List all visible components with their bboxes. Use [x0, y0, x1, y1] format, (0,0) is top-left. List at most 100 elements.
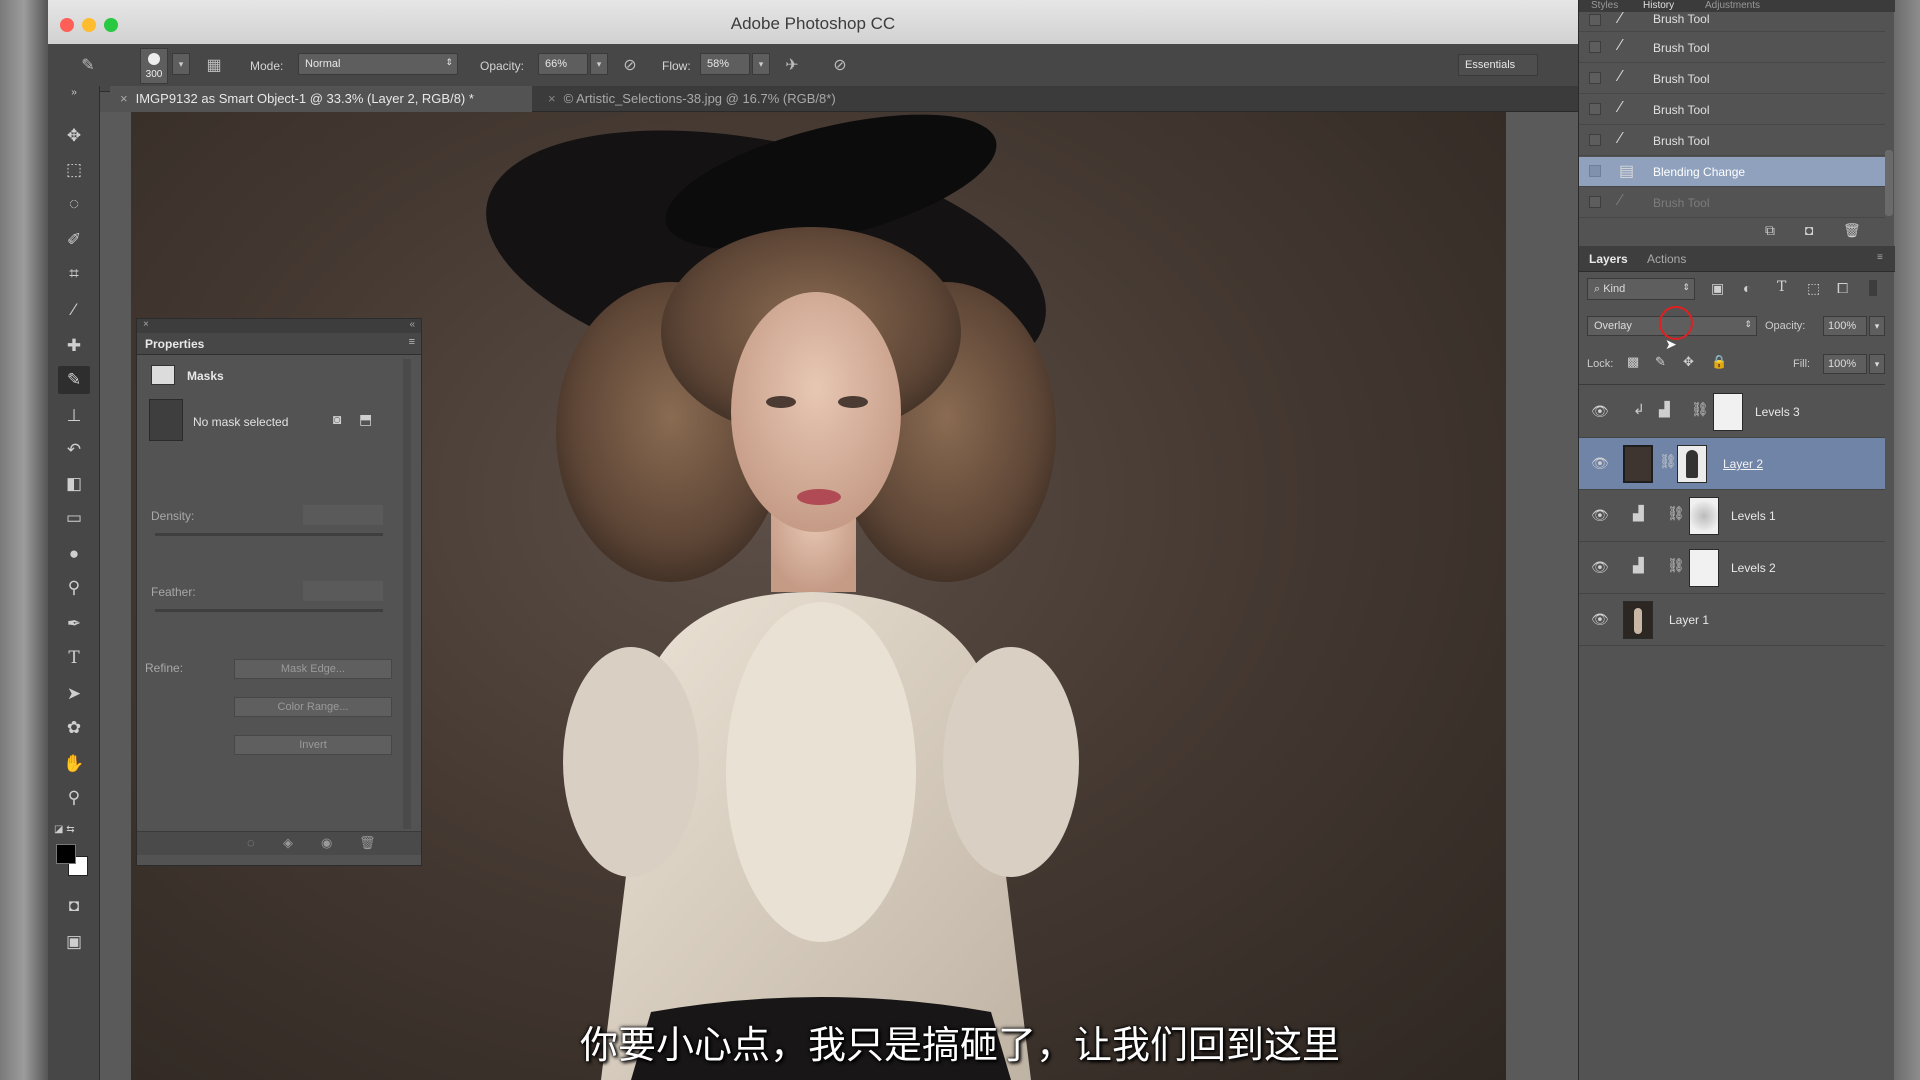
eyedropper-icon[interactable]: ⁄: [58, 296, 90, 324]
brush-panel-toggle-icon[interactable]: ▦: [202, 54, 226, 78]
document-tab-inactive[interactable]: × © Artistic_Selections-38.jpg @ 16.7% (R…: [538, 86, 898, 112]
history-item-undone[interactable]: ⁄ Brush Tool: [1579, 188, 1885, 218]
layer-name[interactable]: Levels 2: [1731, 561, 1776, 575]
layer-mask-thumbnail[interactable]: [1677, 445, 1707, 483]
tab-layers[interactable]: Layers: [1589, 252, 1628, 266]
add-pixel-mask-icon[interactable]: ◙: [333, 411, 341, 427]
healing-icon[interactable]: ✚: [58, 332, 90, 360]
quick-mask-icon[interactable]: ◘: [58, 892, 90, 920]
airbrush-icon[interactable]: ✈: [780, 54, 804, 78]
visibility-eye-icon[interactable]: 👁: [1591, 559, 1609, 576]
history-item[interactable]: ⁄ Brush Tool: [1579, 10, 1885, 32]
layer-row-selected[interactable]: 👁 ⛓ Layer 2: [1579, 438, 1885, 490]
lock-all-icon[interactable]: 🔒: [1711, 354, 1727, 370]
filter-type-icon[interactable]: T: [1777, 279, 1786, 295]
trash-icon[interactable]: 🗑: [1843, 222, 1861, 239]
feather-input[interactable]: [303, 581, 383, 601]
filter-pixel-icon[interactable]: ▣: [1711, 280, 1724, 297]
brush-size-dropdown[interactable]: ▾: [172, 53, 190, 75]
apply-mask-icon[interactable]: ◈: [283, 835, 293, 851]
flow-input[interactable]: 58%: [700, 53, 750, 75]
disable-mask-icon[interactable]: ◉: [321, 835, 332, 851]
density-slider[interactable]: [155, 533, 383, 536]
layer-name[interactable]: Levels 3: [1755, 405, 1800, 419]
lock-position-icon[interactable]: ✥: [1683, 354, 1694, 370]
history-snapshot-checkbox[interactable]: [1589, 41, 1601, 53]
hand-icon[interactable]: ✋: [58, 750, 90, 778]
delete-mask-icon[interactable]: 🗑: [359, 835, 376, 851]
layer-mask-thumbnail[interactable]: [1689, 549, 1719, 587]
history-snapshot-checkbox[interactable]: [1589, 14, 1601, 26]
layer-opacity-input[interactable]: 100%: [1823, 316, 1867, 336]
history-item[interactable]: ⁄ Brush Tool: [1579, 33, 1885, 63]
filter-adjustment-icon[interactable]: ◐: [1743, 280, 1751, 296]
layer-row[interactable]: 👁 ▟ ⛓ Levels 1: [1579, 490, 1885, 542]
lock-pixels-icon[interactable]: ✎: [1655, 354, 1666, 370]
camera-icon[interactable]: ◘: [1805, 222, 1813, 238]
document-tab-active[interactable]: × IMGP9132 as Smart Object-1 @ 33.3% (Lay…: [110, 86, 532, 112]
pen-icon[interactable]: ✒: [58, 610, 90, 638]
opacity-input[interactable]: 66%: [538, 53, 588, 75]
load-selection-icon[interactable]: ◌: [247, 835, 255, 850]
type-icon[interactable]: T: [58, 644, 90, 672]
marquee-icon[interactable]: ⬚: [58, 156, 90, 184]
history-snapshot-checkbox[interactable]: [1589, 103, 1601, 115]
eraser-icon[interactable]: ◧: [58, 470, 90, 498]
pressure-opacity-icon[interactable]: ⊘: [618, 54, 642, 78]
layer-name[interactable]: Levels 1: [1731, 509, 1776, 523]
tab-actions[interactable]: Actions: [1647, 252, 1686, 266]
close-tab-icon[interactable]: ×: [120, 91, 128, 106]
brush-icon[interactable]: ✎: [58, 366, 90, 394]
visibility-eye-icon[interactable]: 👁: [1591, 403, 1609, 420]
path-select-icon[interactable]: ➤: [58, 680, 90, 708]
brush-size-picker[interactable]: 300: [140, 48, 168, 84]
history-item-selected[interactable]: ▤ Blending Change: [1579, 157, 1885, 187]
layer-filter-select[interactable]: ⌕ Kind ⇕: [1587, 278, 1695, 300]
feather-slider[interactable]: [155, 609, 383, 612]
opacity-dropdown[interactable]: ▾: [590, 53, 608, 75]
collapse-panel-icon[interactable]: «: [409, 319, 415, 330]
layer-row[interactable]: 👁 ↲ ▟ ⛓ Levels 3: [1579, 386, 1885, 438]
layer-mask-thumbnail[interactable]: [1689, 497, 1719, 535]
gradient-icon[interactable]: ▭: [58, 504, 90, 532]
new-document-from-state-icon[interactable]: ⧉: [1765, 222, 1775, 239]
close-tab-icon[interactable]: ×: [548, 91, 556, 106]
default-colors-icon[interactable]: ◪ ⇆: [54, 824, 75, 835]
visibility-eye-icon[interactable]: 👁: [1591, 611, 1609, 628]
lasso-icon[interactable]: ◌: [58, 190, 90, 218]
density-input[interactable]: [303, 505, 383, 525]
add-vector-mask-icon[interactable]: ⬒: [359, 411, 372, 428]
history-snapshot-checkbox[interactable]: [1589, 165, 1601, 177]
workspace-switcher[interactable]: Essentials: [1458, 54, 1538, 76]
layer-row[interactable]: 👁 ▟ ⛓ Levels 2: [1579, 542, 1885, 594]
layer-name[interactable]: Layer 2: [1723, 457, 1763, 471]
color-range-button[interactable]: Color Range...: [234, 697, 392, 717]
visibility-eye-icon[interactable]: 👁: [1591, 455, 1609, 472]
layer-opacity-dropdown[interactable]: ▾: [1869, 316, 1885, 336]
history-snapshot-checkbox[interactable]: [1589, 134, 1601, 146]
close-panel-icon[interactable]: ×: [143, 319, 149, 330]
properties-scrollbar[interactable]: [403, 359, 411, 829]
collapse-toolbox-icon[interactable]: »: [58, 86, 90, 100]
lock-transparent-icon[interactable]: ▩: [1627, 354, 1639, 370]
dodge-icon[interactable]: ⚲: [58, 574, 90, 602]
flow-dropdown[interactable]: ▾: [752, 53, 770, 75]
shape-icon[interactable]: ✿: [58, 714, 90, 742]
invert-button[interactable]: Invert: [234, 735, 392, 755]
history-brush-icon[interactable]: ↶: [58, 436, 90, 464]
history-item[interactable]: ⁄ Brush Tool: [1579, 126, 1885, 156]
screen-mode-icon[interactable]: ▣: [58, 928, 90, 956]
fill-input[interactable]: 100%: [1823, 354, 1867, 374]
filter-smart-object-icon[interactable]: ⧠: [1837, 280, 1848, 297]
properties-tab[interactable]: Properties ≡: [137, 333, 421, 355]
quick-select-icon[interactable]: ✐: [58, 226, 90, 254]
history-snapshot-checkbox[interactable]: [1589, 196, 1601, 208]
history-item[interactable]: ⁄ Brush Tool: [1579, 95, 1885, 125]
pressure-size-icon[interactable]: ⊘: [828, 54, 852, 78]
history-item[interactable]: ⁄ Brush Tool: [1579, 64, 1885, 94]
panel-menu-icon[interactable]: ≡: [1877, 252, 1883, 263]
layer-thumbnail[interactable]: [1623, 601, 1653, 639]
visibility-eye-icon[interactable]: 👁: [1591, 507, 1609, 524]
brush-preset-icon[interactable]: ✎: [76, 54, 100, 78]
crop-icon[interactable]: ⌗: [58, 260, 90, 288]
